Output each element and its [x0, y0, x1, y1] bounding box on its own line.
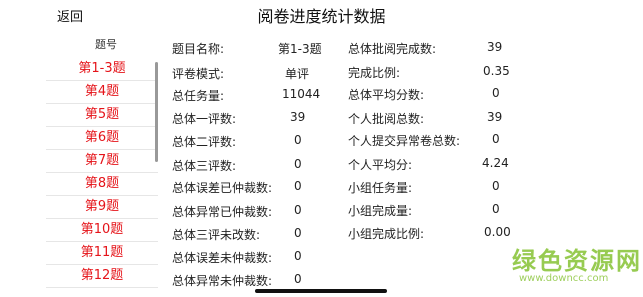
- stat-label: 个人平均分:: [348, 158, 413, 172]
- stat-label: 总体三评未改数:: [172, 228, 261, 242]
- stat-label: 总体误差未仲裁数:: [172, 251, 273, 265]
- stat-value: 39: [487, 110, 503, 124]
- question-sidebar: 题号 第1-3题 第4题 第5题 第6题 第7题 第8题 第9题 第10题 第1…: [38, 30, 158, 297]
- stat-label: 总体误差已仲裁数:: [172, 181, 273, 195]
- sidebar-item[interactable]: 第9题: [46, 196, 158, 219]
- stat-value: 0: [294, 203, 302, 217]
- watermark-url: www.downcc.com: [519, 273, 609, 284]
- sidebar-item[interactable]: 第1-3题: [46, 58, 158, 81]
- stat-label: 总体二评数:: [172, 135, 237, 149]
- sidebar-item[interactable]: 第6题: [46, 127, 158, 150]
- sidebar-item[interactable]: 第4题: [46, 81, 158, 104]
- stat-label: 总任务量:: [172, 89, 225, 103]
- home-indicator[interactable]: [255, 289, 387, 293]
- page-title: 阅卷进度统计数据: [257, 7, 386, 26]
- stat-value: 11044: [282, 87, 321, 101]
- stat-value: 0: [492, 202, 500, 216]
- stat-value: 0: [294, 226, 302, 240]
- sidebar-item[interactable]: 第11题: [46, 242, 158, 265]
- stat-label: 总体异常未仲裁数:: [172, 274, 273, 288]
- stat-label: 总体批阅完成数:: [348, 42, 437, 56]
- stat-label: 小组任务量:: [348, 181, 413, 195]
- stat-value: 0: [294, 133, 302, 147]
- sidebar-item[interactable]: 第5题: [46, 104, 158, 127]
- stat-label: 个人提交异常卷总数:: [348, 134, 461, 148]
- stat-value: 0: [492, 132, 500, 146]
- stat-label: 总体一评数:: [172, 112, 237, 126]
- stat-label: 小组完成量:: [348, 204, 413, 218]
- stat-label: 总体三评数:: [172, 159, 237, 173]
- stat-label: 题目名称:: [172, 42, 225, 56]
- stat-value: 0: [294, 157, 302, 171]
- sidebar-item[interactable]: 第8题: [46, 173, 158, 196]
- sidebar-scrollbar[interactable]: [155, 62, 158, 162]
- stat-label: 小组完成比例:: [348, 227, 425, 241]
- stat-value: 0: [294, 249, 302, 263]
- stat-value: 39: [487, 40, 503, 54]
- stat-value: 0: [492, 86, 500, 100]
- stat-value: 0: [294, 272, 302, 286]
- stat-label: 总体异常已仲裁数:: [172, 205, 273, 219]
- stat-value: 0.00: [484, 225, 511, 239]
- stat-value: 0: [492, 179, 500, 193]
- top-bar: 返回 阅卷进度统计数据: [0, 0, 643, 30]
- stat-value: 第1-3题: [278, 42, 322, 56]
- stat-value: 4.24: [482, 156, 509, 170]
- stat-value: 0: [294, 179, 302, 193]
- stat-value: 39: [290, 110, 306, 124]
- sidebar-item[interactable]: 第12题: [46, 265, 158, 288]
- stat-value: 单评: [285, 67, 310, 81]
- sidebar-item[interactable]: 第10题: [46, 219, 158, 242]
- stat-label: 完成比例:: [348, 66, 401, 80]
- stat-label: 总体平均分数:: [348, 88, 425, 102]
- stat-label: 评卷模式:: [172, 67, 225, 81]
- watermark-brand: 绿色资源网: [512, 247, 642, 275]
- sidebar-header: 题号: [95, 38, 117, 51]
- stat-label: 个人批阅总数:: [348, 112, 425, 126]
- stat-value: 0.35: [483, 64, 510, 78]
- sidebar-item[interactable]: 第7题: [46, 150, 158, 173]
